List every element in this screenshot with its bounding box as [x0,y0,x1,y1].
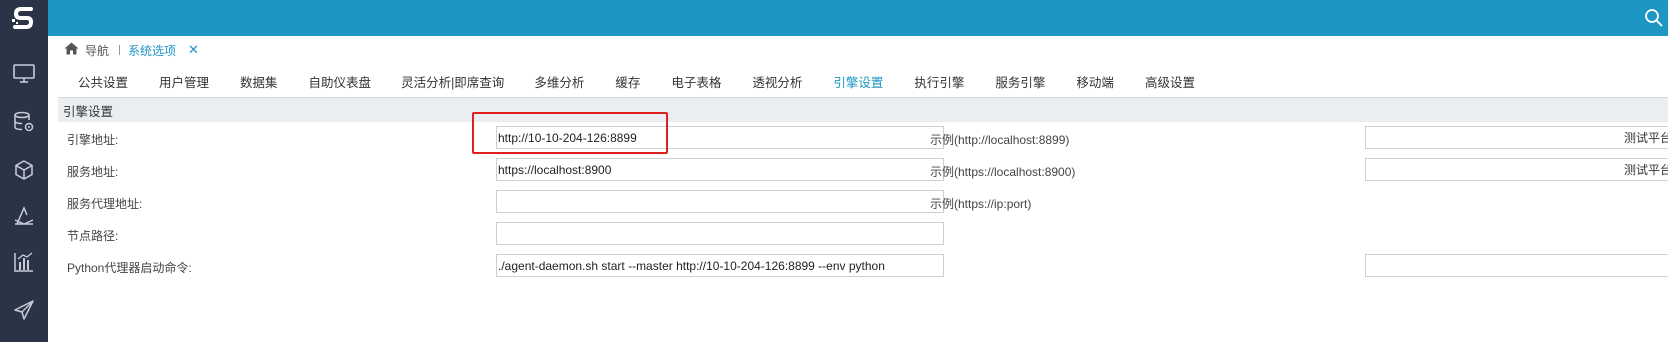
tab-advanced-settings[interactable]: 高级设置 [1145,72,1195,91]
home-icon [64,42,79,58]
service-proxy-address-label: 服务代理地址: [67,197,143,211]
breadcrumb-separator [119,45,121,55]
test-platform-engine-button[interactable]: 测试平台到 [1365,126,1668,149]
logo-s-icon[interactable] [0,0,48,36]
tab-public-settings[interactable]: 公共设置 [78,72,128,91]
service-address-input[interactable] [496,158,944,181]
monitor-icon[interactable] [12,62,36,86]
cube-icon[interactable] [12,158,36,182]
tab-spreadsheet[interactable]: 电子表格 [671,72,721,91]
service-address-example: 示例(https://localhost:8900) [930,165,1076,179]
node-path-input[interactable] [496,222,944,245]
engine-address-label: 引擎地址: [67,133,119,147]
tab-self-service-dashboard[interactable]: 自助仪表盘 [309,72,372,91]
tab-datasets[interactable]: 数据集 [240,72,278,91]
copy-command-button[interactable]: 复 [1365,254,1668,277]
python-proxy-command-label: Python代理器启动命令: [67,261,192,275]
engine-address-input[interactable] [496,126,944,149]
breadcrumb-home-label: 导航 [85,43,110,58]
bar-chart-icon[interactable] [12,250,36,274]
app-window: 导航 系统选项 ✕ 公共设置 用户管理 数据集 自助仪表盘 灵活分析|即席查询 … [0,0,1668,342]
tab-engine-settings[interactable]: 引擎设置 [833,72,883,91]
tab-mobile[interactable]: 移动端 [1076,72,1114,91]
close-icon[interactable]: ✕ [188,42,199,58]
test-platform-service-button[interactable]: 测试平台到 [1365,158,1668,181]
search-icon[interactable] [1644,8,1664,28]
panel-title: 引擎设置 [58,98,1668,122]
service-proxy-address-input[interactable] [496,190,944,213]
tab-service-engine[interactable]: 服务引擎 [995,72,1045,91]
service-proxy-address-example: 示例(https://ip:port) [930,197,1032,211]
settings-tabs: 公共设置 用户管理 数据集 自助仪表盘 灵活分析|即席查询 多维分析 缓存 电子… [48,68,1668,94]
breadcrumb: 导航 系统选项 ✕ [48,36,1668,64]
tab-multidimensional-analysis[interactable]: 多维分析 [534,72,584,91]
tab-system-options[interactable]: 系统选项 [128,42,176,59]
service-address-label: 服务地址: [67,165,119,179]
tab-cache[interactable]: 缓存 [615,72,640,91]
top-bar [48,0,1668,36]
engine-address-example: 示例(http://localhost:8899) [930,133,1070,147]
layers-icon[interactable] [12,204,36,228]
test-platform-engine-button-label: 测试平台到 [1623,131,1668,145]
tab-flexible-analysis[interactable]: 灵活分析|即席查询 [401,72,504,91]
test-platform-service-button-label: 测试平台到 [1623,163,1668,177]
node-path-label: 节点路径: [67,229,119,243]
engine-settings-panel: 引擎设置 引擎地址: 示例(http://localhost:8899) 测试平… [58,97,1668,342]
python-proxy-command-input[interactable] [496,254,944,277]
tab-execution-engine[interactable]: 执行引擎 [914,72,964,91]
tab-user-management[interactable]: 用户管理 [159,72,209,91]
left-sidebar [0,0,48,342]
breadcrumb-home[interactable]: 导航 [64,42,109,59]
tab-pivot-analysis[interactable]: 透视分析 [752,72,802,91]
database-gear-icon[interactable] [12,110,36,134]
send-icon[interactable] [12,298,36,322]
